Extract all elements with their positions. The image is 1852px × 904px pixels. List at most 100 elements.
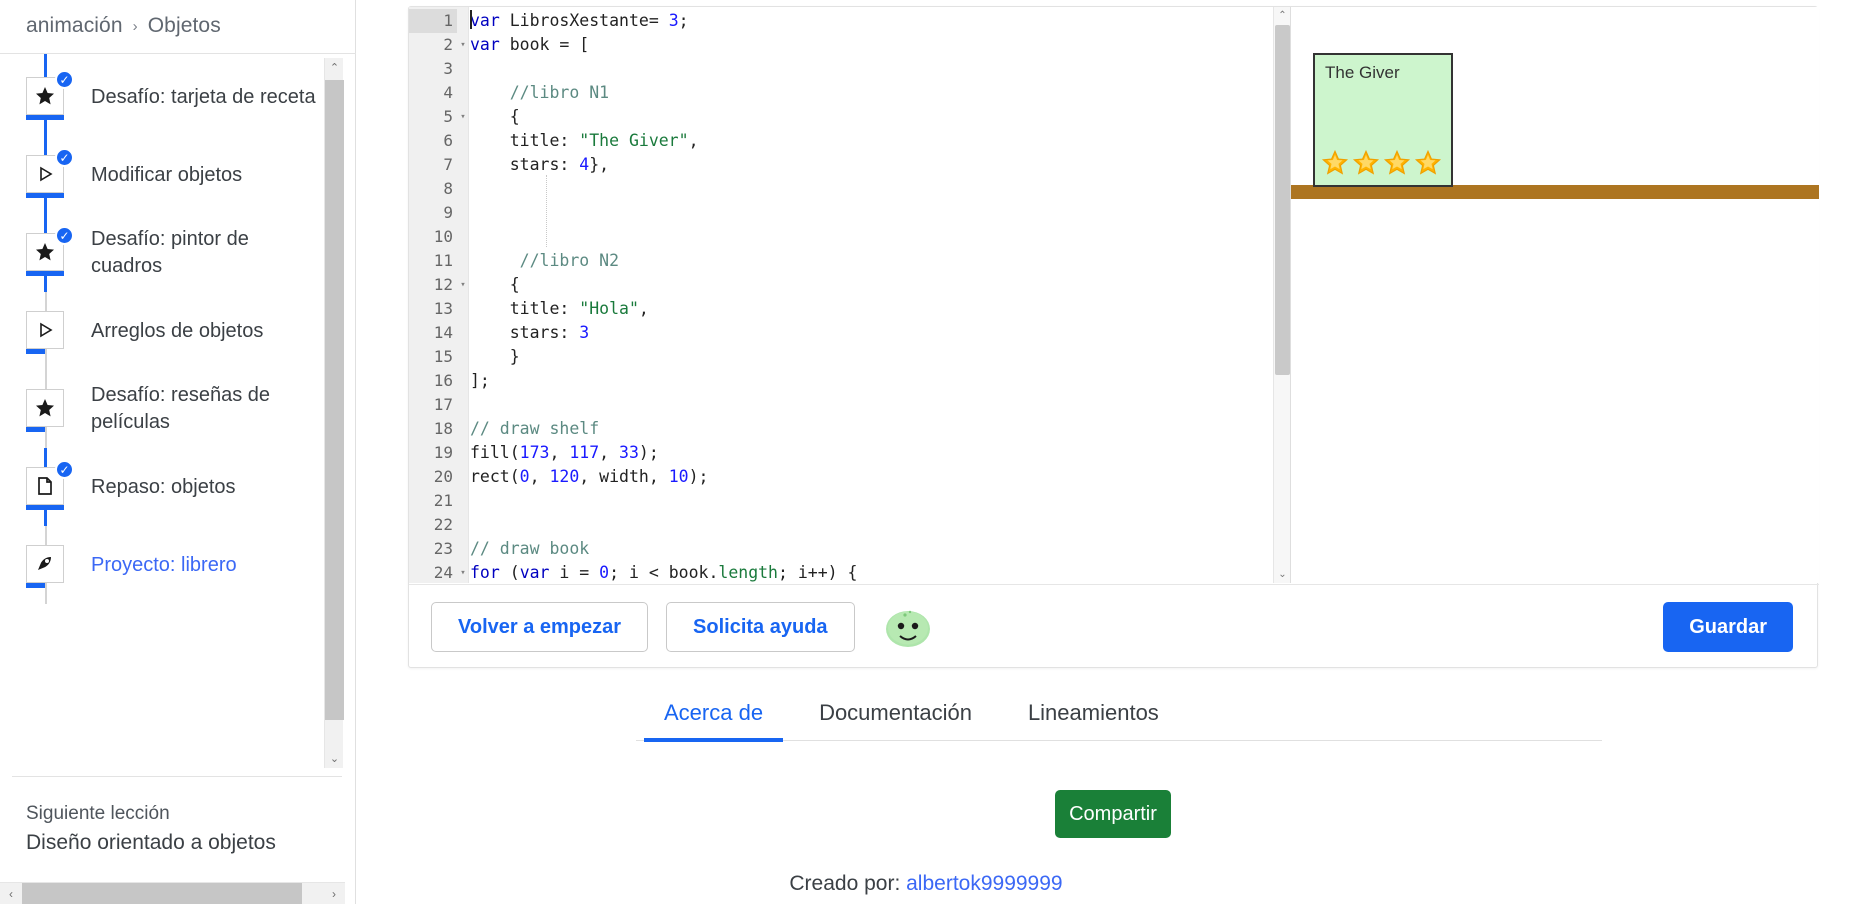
code-token: fill( xyxy=(470,443,520,462)
editor-row: 1 2 ▾ 3 4 5 ▾ 6 7 8 9 10 11 12 ▾ 13 14 15 16 17 18 19 20 21 22 23… xyxy=(409,7,1819,583)
code-line[interactable] xyxy=(470,201,1270,225)
code-line[interactable] xyxy=(470,225,1270,249)
line-number: 9 xyxy=(443,203,453,222)
next-lesson-divider xyxy=(12,776,342,777)
tab-documentacion[interactable]: Documentación xyxy=(791,700,1000,740)
tab-acerca-de[interactable]: Acerca de xyxy=(636,700,791,742)
code-line[interactable] xyxy=(470,177,1270,201)
line-number: 24 xyxy=(433,563,453,582)
nav-icon-wrap xyxy=(26,545,66,588)
gutter-line: 7 xyxy=(409,153,469,177)
gutter-line: 24 ▾ xyxy=(409,561,469,583)
code-line[interactable]: fill(173, 117, 33); xyxy=(470,441,1270,465)
scroll-down-icon[interactable]: ⌄ xyxy=(1274,566,1291,583)
tab-lineamientos[interactable]: Lineamientos xyxy=(1000,700,1187,740)
save-button[interactable]: Guardar xyxy=(1663,602,1793,652)
request-help-button[interactable]: Solicita ayuda xyxy=(666,602,855,652)
indent-guide xyxy=(546,175,547,247)
check-icon: ✓ xyxy=(55,148,74,167)
code-line[interactable]: //libro N1 xyxy=(470,81,1270,105)
gutter-line: 16 xyxy=(409,369,469,393)
program-output-canvas[interactable]: The Giver xyxy=(1291,7,1819,583)
fold-toggle-icon[interactable]: ▾ xyxy=(457,273,469,297)
sidebar-item-desafio-pintor-de-cuadros[interactable]: ✓ Desafío: pintor de cuadros xyxy=(0,214,340,292)
fold-toggle-icon[interactable]: ▾ xyxy=(457,561,469,583)
oh-noes-mascot-icon[interactable] xyxy=(881,604,935,650)
fold-toggle-icon[interactable]: ▾ xyxy=(457,105,469,129)
share-button[interactable]: Compartir xyxy=(1055,790,1171,838)
code-token: i = xyxy=(549,563,600,582)
scroll-down-icon[interactable]: ⌄ xyxy=(325,749,344,768)
scroll-up-icon[interactable]: ⌃ xyxy=(325,58,344,77)
editor-vertical-scrollbar[interactable]: ⌃ ⌄ xyxy=(1273,7,1290,583)
nav-progress-bar xyxy=(26,505,64,510)
code-token: title: xyxy=(470,131,580,150)
author-link[interactable]: albertok9999999 xyxy=(906,872,1062,895)
code-token: stars: xyxy=(470,323,580,342)
code-line[interactable]: var LibrosXestante= 3; xyxy=(470,9,1270,33)
nav-progress-bar xyxy=(26,349,45,354)
code-line[interactable]: //libro N2 xyxy=(470,249,1270,273)
code-line[interactable]: } xyxy=(470,345,1270,369)
sidebar-item-desafio-tarjeta-de-receta[interactable]: ✓ Desafío: tarjeta de receta xyxy=(0,58,340,136)
code-token: // draw book xyxy=(470,539,590,558)
code-line[interactable] xyxy=(470,513,1270,537)
gutter-line: 23 xyxy=(409,537,469,561)
created-by-prefix: Creado por: xyxy=(789,872,907,895)
nav-icon-wrap xyxy=(26,389,66,432)
code-line[interactable] xyxy=(470,489,1270,513)
sidebar-item-label: Repaso: objetos xyxy=(91,475,236,498)
next-lesson-block[interactable]: Siguiente lección Diseño orientado a obj… xyxy=(26,800,336,858)
footer-tabs: Acerca de Documentación Lineamientos xyxy=(636,700,1602,742)
breadcrumb-parent[interactable]: animación xyxy=(26,14,123,38)
code-token: { xyxy=(470,275,520,294)
code-line[interactable]: title: "The Giver", xyxy=(470,129,1270,153)
code-line[interactable]: { xyxy=(470,273,1270,297)
code-line[interactable]: title: "Hola", xyxy=(470,297,1270,321)
code-editor[interactable]: 1 2 ▾ 3 4 5 ▾ 6 7 8 9 10 11 12 ▾ 13 14 15 16 17 18 19 20 21 22 23… xyxy=(409,7,1273,583)
sidebar-item-modificar-objetos[interactable]: ✓ Modificar objetos xyxy=(0,136,340,214)
sidebar-item-label: Modificar objetos xyxy=(91,163,243,186)
code-token: } xyxy=(470,347,520,366)
shelf-rect xyxy=(1291,185,1819,199)
sidebar-nav-list: ✓ Desafío: tarjeta de receta ✓ Modificar… xyxy=(0,54,340,604)
code-token: //libro N1 xyxy=(470,83,610,102)
nav-progress-bar xyxy=(26,115,64,120)
sidebar-scroll-thumb[interactable] xyxy=(325,80,344,720)
code-line[interactable]: stars: 3 xyxy=(470,321,1270,345)
code-line[interactable]: for (var i = 0; i < book.length; i++) { xyxy=(470,561,1270,583)
code-token: ; i++) { xyxy=(778,563,858,582)
created-by-line: Creado por: albertok9999999 xyxy=(0,872,1852,896)
gutter-line: 17 xyxy=(409,393,469,417)
code-token: ; i < book. xyxy=(609,563,719,582)
line-number: 14 xyxy=(433,323,453,342)
sidebar-vertical-scrollbar[interactable]: ⌃ ⌄ xyxy=(324,58,344,768)
code-line[interactable]: var book = [ xyxy=(470,33,1270,57)
sidebar-item-desafio-resenas-de-peliculas[interactable]: Desafío: reseñas de películas xyxy=(0,370,340,448)
star-icon xyxy=(1414,149,1442,177)
sidebar-item-repaso-objetos[interactable]: ✓ Repaso: objetos xyxy=(0,448,340,526)
code-token: ]; xyxy=(470,371,490,390)
fold-toggle-icon[interactable]: ▾ xyxy=(457,33,469,57)
code-line[interactable] xyxy=(470,393,1270,417)
line-number: 22 xyxy=(433,515,453,534)
code-lines[interactable]: var LibrosXestante= 3; var book = [ //lib… xyxy=(470,9,1270,583)
code-line[interactable]: // draw shelf xyxy=(470,417,1270,441)
scroll-up-icon[interactable]: ⌃ xyxy=(1274,7,1291,24)
code-token: 4 xyxy=(579,155,590,174)
code-line[interactable]: rect(0, 120, width, 10); xyxy=(470,465,1270,489)
gutter-line: 10 xyxy=(409,225,469,249)
star-icon xyxy=(1352,149,1380,177)
restart-button[interactable]: Volver a empezar xyxy=(431,602,649,652)
code-line[interactable]: stars: 4}, xyxy=(470,153,1270,177)
sidebar-item-proyecto-librero[interactable]: Proyecto: librero xyxy=(0,526,340,604)
code-line[interactable]: // draw book xyxy=(470,537,1270,561)
code-line[interactable] xyxy=(470,57,1270,81)
breadcrumb-current[interactable]: Objetos xyxy=(148,14,221,38)
code-line[interactable]: ]; xyxy=(470,369,1270,393)
code-line[interactable]: { xyxy=(470,105,1270,129)
sidebar-item-arreglos-de-objetos[interactable]: Arreglos de objetos xyxy=(0,292,340,370)
line-number: 10 xyxy=(433,227,453,246)
line-number: 16 xyxy=(433,371,453,390)
editor-scroll-thumb[interactable] xyxy=(1275,25,1290,375)
